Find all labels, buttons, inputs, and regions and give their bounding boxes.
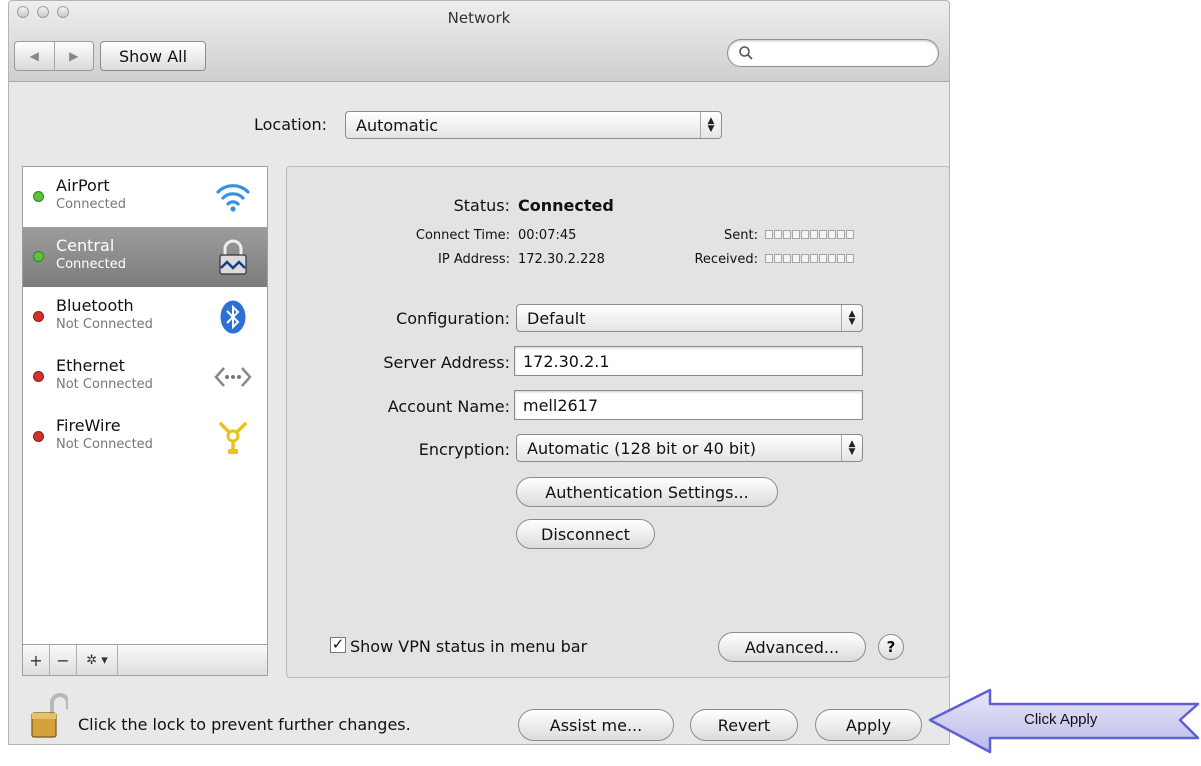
status-dot — [33, 371, 44, 382]
server-address-label: Server Address: — [383, 353, 510, 372]
service-item-firewire[interactable]: FireWire Not Connected — [23, 407, 267, 467]
connect-time-value: 00:07:45 — [518, 228, 577, 243]
status-dot — [33, 311, 44, 322]
service-item-airport[interactable]: AirPort Connected — [23, 167, 267, 227]
status-value: Connected — [518, 196, 614, 215]
search-icon — [739, 46, 753, 60]
service-list-toolbar: + − ✲ ▾ — [23, 644, 267, 675]
select-arrows-icon: ▲ ▼ — [841, 435, 862, 461]
service-list: AirPort Connected Central Connected Blue… — [22, 166, 268, 676]
status-label: Status: — [453, 196, 510, 215]
add-service-button[interactable]: + — [23, 645, 50, 675]
location-select[interactable]: Automatic ▲ ▼ — [345, 111, 722, 139]
received-meter — [765, 254, 854, 263]
select-arrows-icon: ▲ ▼ — [700, 112, 721, 138]
back-arrow-icon: ◀ — [29, 49, 39, 63]
disconnect-button[interactable]: Disconnect — [516, 519, 655, 549]
search-input[interactable] — [758, 43, 932, 65]
revert-button[interactable]: Revert — [690, 709, 798, 741]
service-item-ethernet[interactable]: Ethernet Not Connected — [23, 347, 267, 407]
window-title: Network — [447, 9, 511, 27]
service-status: Not Connected — [56, 377, 153, 392]
location-value: Automatic — [356, 115, 439, 135]
help-button[interactable]: ? — [878, 634, 904, 660]
configuration-select[interactable]: Default ▲ ▼ — [516, 304, 863, 332]
encryption-select[interactable]: Automatic (128 bit or 40 bit) ▲ ▼ — [516, 434, 863, 462]
assist-me-button[interactable]: Assist me... — [518, 709, 674, 741]
forward-arrow-icon: ▶ — [69, 49, 79, 63]
status-dot — [33, 191, 44, 202]
account-name-label: Account Name: — [387, 397, 510, 416]
vpn-lock-icon — [213, 237, 253, 277]
forward-button[interactable]: ▶ — [55, 42, 94, 70]
service-item-central[interactable]: Central Connected — [23, 227, 267, 287]
status-dot — [33, 431, 44, 442]
sent-label: Sent: — [724, 228, 758, 243]
encryption-label: Encryption: — [418, 440, 510, 459]
service-status: Not Connected — [56, 317, 153, 332]
advanced-button[interactable]: Advanced... — [718, 632, 866, 662]
ip-address-label: IP Address: — [438, 252, 510, 267]
search-field[interactable] — [727, 39, 939, 67]
ethernet-icon — [213, 357, 253, 397]
service-status: Connected — [56, 197, 127, 212]
select-arrows-icon: ▲ ▼ — [841, 305, 862, 331]
service-status: Connected — [56, 257, 127, 272]
ip-address-value: 172.30.2.228 — [518, 252, 605, 267]
callout-text: Click Apply — [1024, 711, 1098, 728]
configuration-label: Configuration: — [396, 309, 510, 328]
service-name: AirPort — [56, 176, 110, 195]
toolbar: Network ◀ ▶ Show All — [9, 1, 949, 82]
service-name: FireWire — [56, 416, 121, 435]
sent-meter — [765, 230, 854, 239]
service-name: Central — [56, 236, 115, 255]
service-status: Not Connected — [56, 437, 153, 452]
authentication-settings-button[interactable]: Authentication Settings... — [516, 477, 778, 507]
remove-service-button[interactable]: − — [50, 645, 77, 675]
account-name-field[interactable]: mell2617 — [514, 390, 863, 420]
gear-icon: ✲ ▾ — [86, 652, 108, 668]
show-vpn-status-checkbox[interactable]: ✓ — [330, 637, 346, 653]
encryption-value: Automatic (128 bit or 40 bit) — [527, 438, 756, 458]
bluetooth-icon — [213, 297, 253, 337]
server-address-field[interactable]: 172.30.2.1 — [514, 346, 863, 376]
service-name: Ethernet — [56, 356, 125, 375]
firewire-icon — [213, 417, 253, 457]
lock-icon — [31, 693, 70, 738]
wifi-icon — [213, 177, 253, 217]
service-item-bluetooth[interactable]: Bluetooth Not Connected — [23, 287, 267, 347]
show-vpn-status-label: Show VPN status in menu bar — [350, 637, 588, 656]
status-dot — [33, 251, 44, 262]
location-label: Location: — [254, 115, 328, 134]
back-button[interactable]: ◀ — [15, 42, 55, 70]
service-name: Bluetooth — [56, 296, 134, 315]
configuration-value: Default — [527, 308, 586, 328]
navigation-buttons: ◀ ▶ — [14, 41, 94, 71]
gear-menu-button[interactable]: ✲ ▾ — [77, 645, 118, 675]
apply-button[interactable]: Apply — [815, 709, 922, 741]
connect-time-label: Connect Time: — [415, 228, 510, 243]
show-all-button[interactable]: Show All — [100, 41, 206, 71]
lock-button[interactable] — [30, 693, 70, 739]
received-label: Received: — [694, 252, 758, 267]
lock-message: Click the lock to prevent further change… — [78, 715, 411, 734]
